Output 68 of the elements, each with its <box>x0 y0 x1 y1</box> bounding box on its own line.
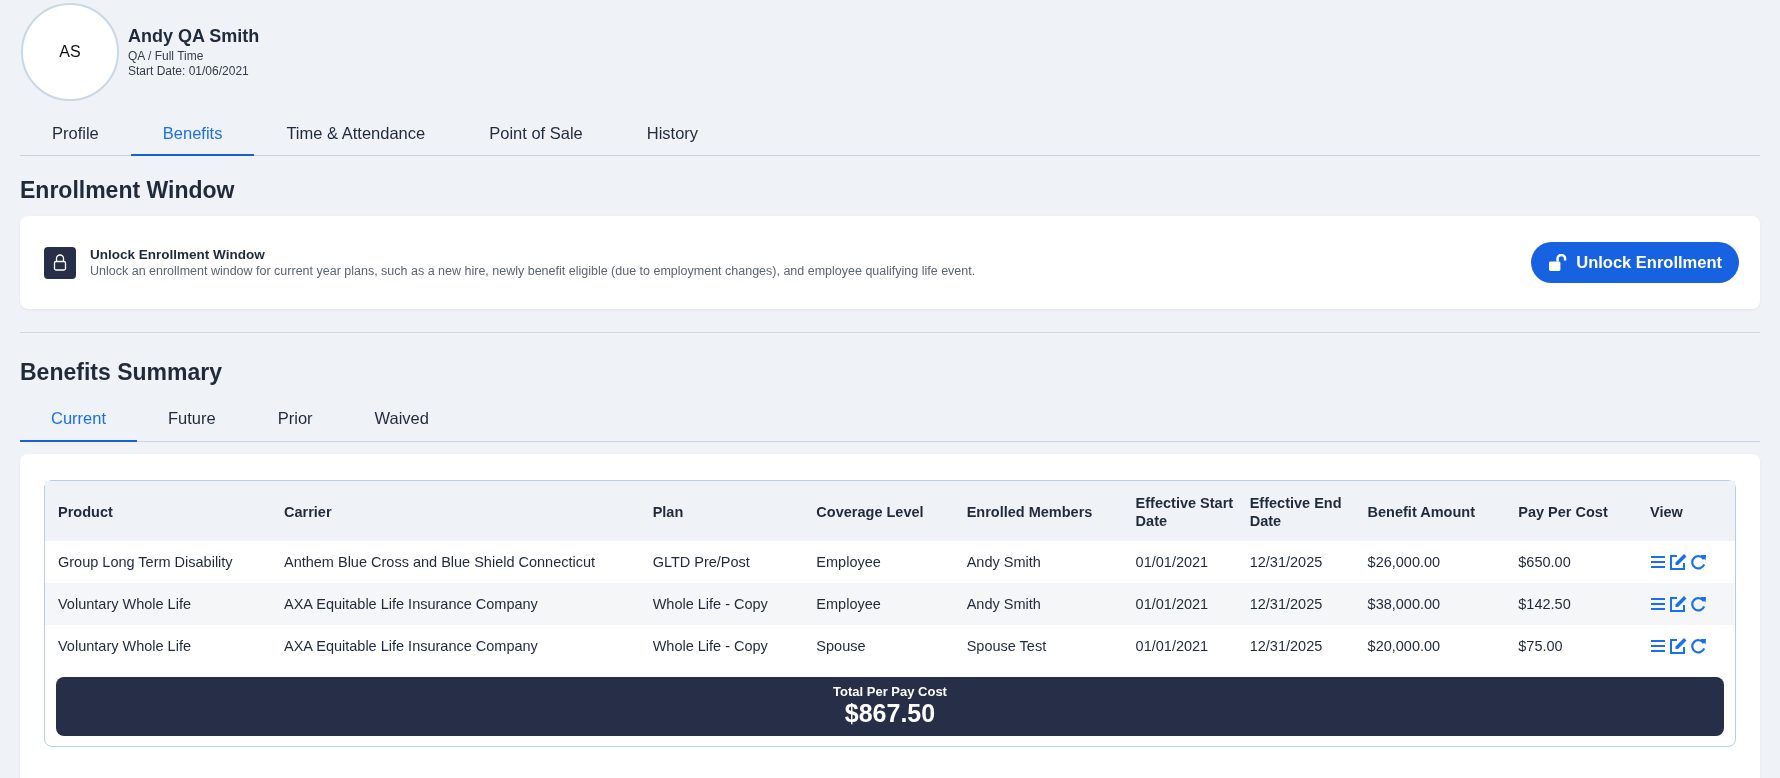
table-cell: $20,000.00 <box>1354 625 1506 667</box>
column-header: Coverage Level <box>803 481 954 541</box>
table-cell: Andy Smith <box>953 541 1123 583</box>
tab[interactable]: Current <box>20 398 138 442</box>
table-cell: Employee <box>803 583 954 625</box>
table-cell: GLTD Pre/Post <box>639 541 804 583</box>
table-cell: Spouse Test <box>953 625 1123 667</box>
table-cell: Voluntary Whole Life <box>45 625 271 667</box>
employee-role: QA / Full Time <box>128 49 205 64</box>
table-cell: Group Long Term Disability <box>45 541 271 583</box>
column-header: Effective Start Date <box>1122 481 1237 541</box>
refresh-icon[interactable] <box>1690 637 1707 655</box>
column-header: Product <box>45 481 271 541</box>
unlock-icon <box>1549 254 1569 271</box>
table-cell: Employee <box>803 541 954 583</box>
tab[interactable]: History <box>614 114 731 156</box>
lock-icon <box>44 246 76 279</box>
edit-icon[interactable] <box>1669 595 1687 614</box>
column-header: Effective End Date <box>1236 481 1355 541</box>
section-heading: Enrollment Window <box>20 177 236 204</box>
table-cell: Spouse <box>803 625 954 667</box>
table-cell: Whole Life - Copy <box>639 583 804 625</box>
list-icon[interactable] <box>1650 596 1666 613</box>
column-header: Carrier <box>270 481 640 541</box>
table-cell: Andy Smith <box>953 583 1123 625</box>
table-cell: $142.50 <box>1505 583 1637 625</box>
edit-icon[interactable] <box>1669 637 1687 656</box>
table-cell: $26,000.00 <box>1354 541 1506 583</box>
avatar: AS <box>21 3 119 101</box>
tab[interactable]: Profile <box>20 114 131 156</box>
card-description: Unlock an enrollment window for current year plans, such as a new hire, newly benefit eligible (due to employment changes), and employee qualifying life event. <box>90 264 977 278</box>
tab[interactable]: Time & Attendance <box>254 114 458 156</box>
table-cell: AXA Equitable Life Insurance Company <box>270 583 640 625</box>
start-date: Start Date: 01/06/2021 <box>128 64 250 79</box>
employee-name: Andy QA Smith <box>128 26 260 47</box>
refresh-icon[interactable] <box>1690 595 1707 613</box>
column-header: View <box>1637 481 1735 541</box>
section-heading: Benefits Summary <box>20 359 223 386</box>
tab[interactable]: Waived <box>343 398 460 442</box>
column-header: Benefit Amount <box>1354 481 1506 541</box>
tab[interactable]: Prior <box>246 398 344 442</box>
tab[interactable]: Future <box>137 398 247 442</box>
refresh-icon[interactable] <box>1690 553 1707 571</box>
table-cell: 01/01/2021 <box>1122 541 1237 583</box>
table-cell: Whole Life - Copy <box>639 625 804 667</box>
column-header: Plan <box>639 481 804 541</box>
tab[interactable]: Benefits <box>130 114 255 156</box>
table-cell: $38,000.00 <box>1354 583 1506 625</box>
table-cell: 12/31/2025 <box>1236 625 1355 667</box>
edit-icon[interactable] <box>1669 553 1687 572</box>
card-title: Unlock Enrollment Window <box>90 247 266 262</box>
table-cell: 12/31/2025 <box>1236 541 1355 583</box>
table-cell: AXA Equitable Life Insurance Company <box>270 625 640 667</box>
table-cell: 01/01/2021 <box>1122 583 1237 625</box>
table-cell: Anthem Blue Cross and Blue Shield Connecticut <box>270 541 640 583</box>
list-icon[interactable] <box>1650 638 1666 655</box>
table-cell: 12/31/2025 <box>1236 583 1355 625</box>
total-value: $867.50 <box>843 699 937 728</box>
unlock-enrollment-button[interactable]: Unlock Enrollment <box>1531 242 1739 283</box>
table-cell: $75.00 <box>1505 625 1637 667</box>
list-icon[interactable] <box>1650 554 1666 571</box>
column-header: Enrolled Members <box>953 481 1123 541</box>
table-cell: $650.00 <box>1505 541 1637 583</box>
column-header: Pay Per Cost <box>1505 481 1637 541</box>
tab[interactable]: Point of Sale <box>457 114 615 156</box>
table-cell: 01/01/2021 <box>1122 625 1237 667</box>
table-cell: Voluntary Whole Life <box>45 583 271 625</box>
total-label: Total Per Pay Cost <box>832 684 948 699</box>
